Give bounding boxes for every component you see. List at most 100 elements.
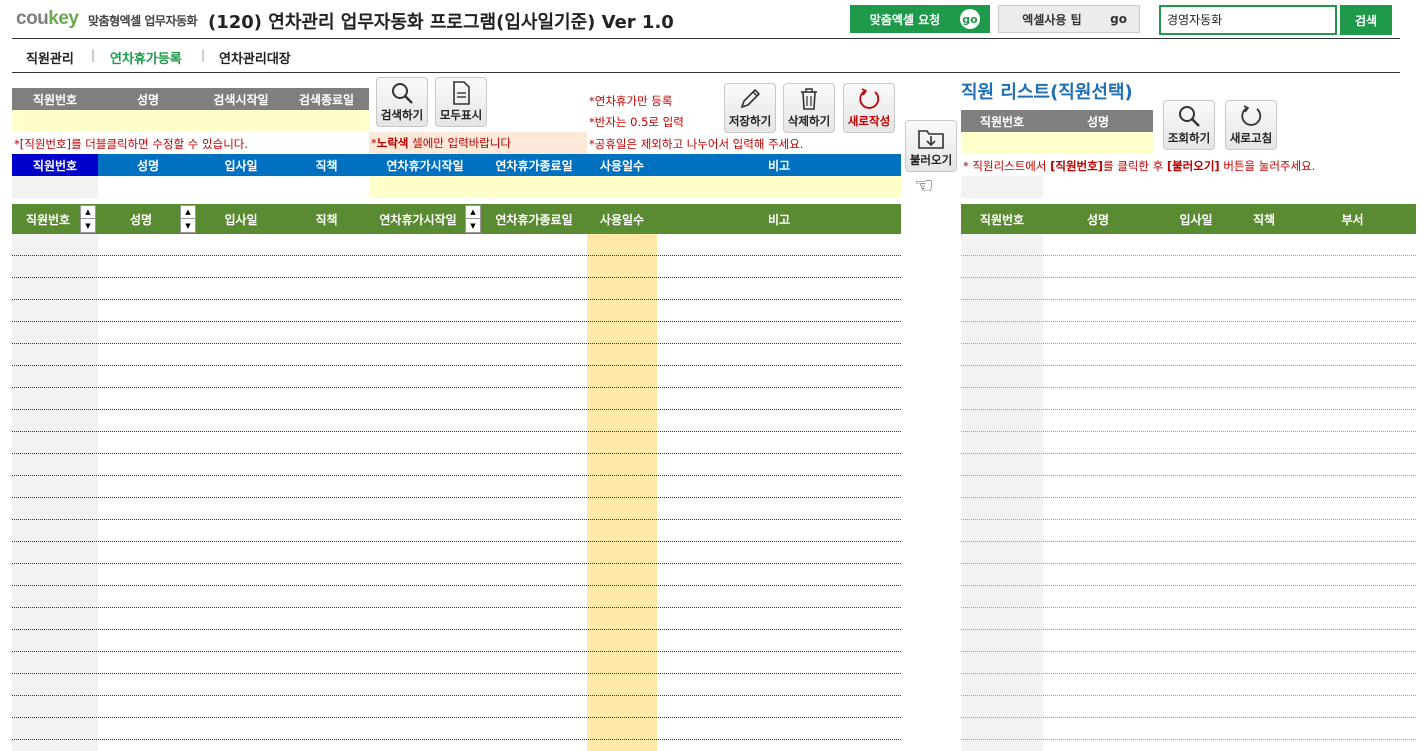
- save-button[interactable]: 저장하기: [724, 83, 776, 133]
- entry-emp-no-cell[interactable]: [12, 176, 98, 198]
- sort-spinner[interactable]: ▲ ▼: [80, 205, 96, 233]
- logo-subtitle: 맞춤형엑셀 업무자동화: [88, 14, 198, 28]
- table-row[interactable]: [961, 718, 1416, 740]
- table-row[interactable]: [961, 608, 1416, 630]
- employee-list-note: * 직원리스트에서 [직원번호]를 클릭한 후 [불러오기] 버튼을 눌러주세요…: [963, 159, 1316, 173]
- nav-employee-management[interactable]: 직원관리: [26, 48, 74, 67]
- note-half-day: *반자는 0.5로 입력: [589, 115, 684, 129]
- table-row[interactable]: [961, 322, 1416, 344]
- table-row[interactable]: [961, 476, 1416, 498]
- table-row[interactable]: [12, 718, 901, 740]
- right-header-position: 직책: [1239, 204, 1289, 234]
- employee-list-title: 직원 리스트(직원선택): [961, 82, 1133, 103]
- nav-leave-registration[interactable]: 연차휴가등록: [110, 48, 182, 67]
- table-row[interactable]: [961, 586, 1416, 608]
- search-input-row[interactable]: [12, 110, 369, 132]
- delete-button-label: 삭제하기: [787, 114, 831, 128]
- list-header-remarks: 비고: [657, 204, 901, 234]
- right-header-hire-date: 입사일: [1153, 204, 1239, 234]
- entry-header-hire-date: 입사일: [198, 154, 284, 176]
- table-row[interactable]: [12, 366, 901, 388]
- search-icon: [392, 83, 413, 104]
- nav-leave-ledger[interactable]: 연차관리대장: [219, 48, 291, 67]
- download-icon: [918, 130, 944, 149]
- refresh-icon: [859, 88, 880, 109]
- page-title: (120) 연차관리 업무자동화 프로그램(입사일기준) Ver 1.0: [208, 12, 674, 33]
- table-row[interactable]: [12, 652, 901, 674]
- table-row[interactable]: [961, 696, 1416, 718]
- table-row[interactable]: [12, 542, 901, 564]
- right-filter-name: 성명: [1043, 110, 1153, 132]
- table-row[interactable]: [961, 454, 1416, 476]
- table-row[interactable]: [12, 454, 901, 476]
- table-row[interactable]: [12, 300, 901, 322]
- nav-separator: |: [201, 48, 206, 62]
- pencil-icon: [740, 88, 761, 109]
- table-row[interactable]: [961, 498, 1416, 520]
- top-search-button[interactable]: 검색: [1340, 5, 1392, 35]
- table-row[interactable]: [12, 674, 901, 696]
- table-row[interactable]: [961, 234, 1416, 256]
- table-row[interactable]: [961, 432, 1416, 454]
- search-button[interactable]: 검색하기: [376, 77, 428, 127]
- query-button-label: 조회하기: [1167, 131, 1211, 145]
- table-row[interactable]: [12, 630, 901, 652]
- nav-underline: [12, 72, 1400, 73]
- table-row[interactable]: [12, 520, 901, 542]
- table-row[interactable]: [961, 300, 1416, 322]
- entry-input-row: [12, 176, 901, 198]
- table-row[interactable]: [12, 564, 901, 586]
- table-row[interactable]: [961, 366, 1416, 388]
- sort-up-icon: ▲: [81, 206, 95, 219]
- table-row[interactable]: [961, 388, 1416, 410]
- table-row[interactable]: [12, 432, 901, 454]
- search-header-emp-no: 직원번호: [12, 88, 98, 110]
- sort-spinner[interactable]: ▲ ▼: [180, 205, 196, 233]
- table-row[interactable]: [961, 564, 1416, 586]
- load-button-label: 불러오기: [909, 153, 953, 167]
- table-row[interactable]: [12, 278, 901, 300]
- excel-tips-label: 엑셀사용 팁: [1022, 12, 1082, 27]
- table-row[interactable]: [961, 344, 1416, 366]
- table-row[interactable]: [12, 322, 901, 344]
- load-button[interactable]: 불러오기: [905, 120, 957, 172]
- trash-icon: [801, 88, 817, 110]
- table-row[interactable]: [961, 674, 1416, 696]
- table-row[interactable]: [961, 520, 1416, 542]
- table-row[interactable]: [961, 542, 1416, 564]
- table-row[interactable]: [12, 498, 901, 520]
- sort-spinner[interactable]: ▲ ▼: [465, 205, 481, 233]
- excel-tips-button[interactable]: 엑셀사용 팁 go: [998, 5, 1140, 33]
- entry-input-cells[interactable]: [369, 176, 901, 198]
- table-row[interactable]: [961, 410, 1416, 432]
- refresh-button[interactable]: 새로고침: [1225, 100, 1277, 150]
- top-search-input[interactable]: 경영자동화: [1159, 5, 1337, 35]
- note-holidays: *공휴일은 제외하고 나누어서 입력해 주세요.: [589, 137, 804, 151]
- table-row[interactable]: [12, 344, 901, 366]
- custom-excel-request-button[interactable]: 맞춤엑셀 요청 go: [850, 5, 990, 33]
- table-row[interactable]: [961, 652, 1416, 674]
- table-row[interactable]: [12, 696, 901, 718]
- table-row[interactable]: [961, 630, 1416, 652]
- table-row[interactable]: [961, 278, 1416, 300]
- right-emp-no-column: [961, 176, 1043, 198]
- search-header-end: 검색종료일: [284, 88, 369, 110]
- table-row[interactable]: [12, 410, 901, 432]
- table-row[interactable]: [12, 388, 901, 410]
- sort-down-icon: ▼: [85, 221, 91, 230]
- go-icon: go: [1110, 12, 1127, 26]
- sort-down-icon: ▼: [185, 221, 191, 230]
- show-all-button[interactable]: 모두표시: [435, 77, 487, 127]
- table-row[interactable]: [12, 234, 901, 256]
- table-row[interactable]: [12, 256, 901, 278]
- delete-button[interactable]: 삭제하기: [783, 83, 835, 133]
- query-button[interactable]: 조회하기: [1163, 100, 1215, 150]
- table-row[interactable]: [12, 608, 901, 630]
- table-row[interactable]: [961, 256, 1416, 278]
- logo: coukey: [16, 8, 79, 29]
- new-entry-button[interactable]: 새로작성: [843, 83, 895, 133]
- right-filter-input[interactable]: [961, 132, 1153, 154]
- table-row[interactable]: [12, 476, 901, 498]
- edit-hint-note: *[직원번호]를 더블클릭하면 수정할 수 있습니다.: [14, 137, 249, 151]
- table-row[interactable]: [12, 586, 901, 608]
